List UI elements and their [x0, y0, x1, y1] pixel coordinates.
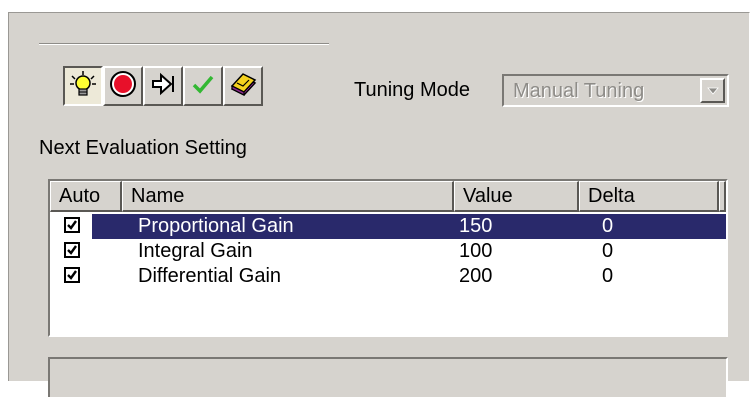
settings-table[interactable]: Auto Name Value Delta Proportional Gain …	[48, 179, 728, 337]
accept-button[interactable]	[183, 66, 223, 106]
delta-cell: 0	[602, 215, 614, 237]
section-label: Next Evaluation Setting	[39, 137, 247, 159]
delta-cell: 0	[602, 265, 614, 287]
lightbulb-icon	[68, 69, 98, 104]
column-header-filler	[719, 181, 726, 212]
auto-checkbox[interactable]	[64, 242, 80, 258]
auto-checkbox[interactable]	[64, 217, 80, 233]
column-header-auto[interactable]: Auto	[50, 181, 122, 212]
tuning-mode-select[interactable]: Manual Tuning	[502, 74, 729, 107]
delta-cell: 0	[602, 240, 614, 262]
record-stop-button[interactable]	[103, 66, 143, 106]
auto-checkbox[interactable]	[64, 267, 80, 283]
value-cell: 150	[459, 215, 493, 237]
toolbar-separator	[39, 43, 329, 45]
table-row[interactable]: Proportional Gain 150 0	[50, 214, 726, 239]
book-icon	[228, 69, 258, 104]
tuning-mode-value: Manual Tuning	[513, 80, 645, 102]
record-stop-icon	[109, 70, 137, 103]
table-header: Auto Name Value Delta	[50, 181, 726, 212]
dropdown-button[interactable]	[700, 78, 725, 103]
lightbulb-button[interactable]	[63, 66, 103, 106]
value-cell: 200	[459, 265, 493, 287]
name-cell: Differential Gain	[138, 265, 282, 287]
value-cell: 100	[459, 240, 493, 262]
column-header-value[interactable]: Value	[454, 181, 579, 212]
status-area	[48, 357, 728, 397]
chevron-down-icon	[706, 82, 719, 100]
checkmark-icon	[190, 71, 216, 102]
table-row[interactable]: Differential Gain 200 0	[50, 264, 726, 289]
column-header-name[interactable]: Name	[122, 181, 454, 212]
book-button[interactable]	[223, 66, 263, 106]
tuning-mode-label: Tuning Mode	[354, 79, 470, 101]
name-cell: Integral Gain	[138, 240, 253, 262]
column-header-delta[interactable]: Delta	[579, 181, 719, 212]
name-cell: Proportional Gain	[138, 215, 294, 237]
tuning-panel: Tuning Mode Manual Tuning Next Evaluatio…	[8, 12, 750, 397]
step-button[interactable]	[143, 66, 183, 106]
step-arrow-icon	[150, 71, 176, 102]
table-row[interactable]: Integral Gain 100 0	[50, 239, 726, 264]
